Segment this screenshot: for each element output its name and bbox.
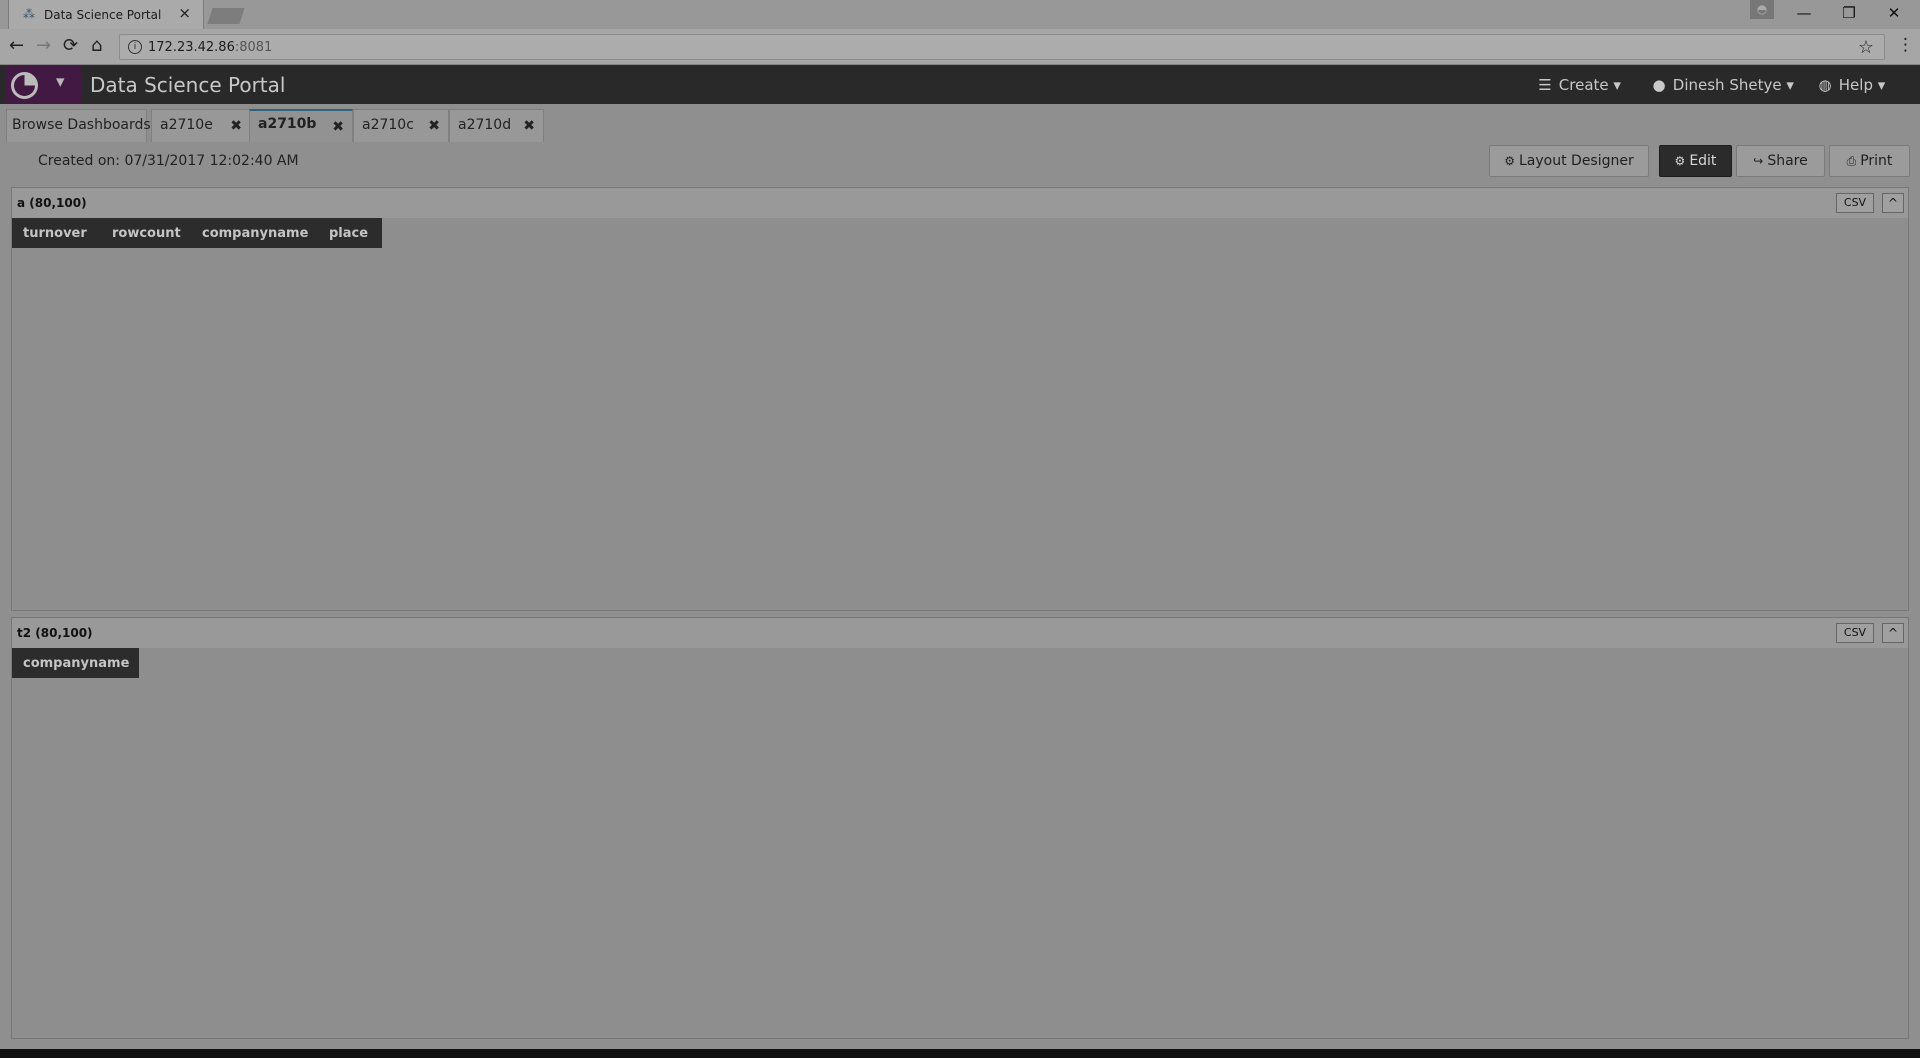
created-on-text: Created on: 07/31/2017 12:02:40 AM bbox=[38, 153, 299, 169]
print-label: Print bbox=[1860, 153, 1893, 169]
back-icon[interactable]: ← bbox=[9, 37, 24, 55]
url-port: :8081 bbox=[234, 40, 273, 55]
tab-a2710c[interactable]: a2710c ✖ bbox=[353, 109, 449, 142]
layout-designer-label: Layout Designer bbox=[1519, 153, 1634, 169]
browser-menu-icon[interactable]: ⋮ bbox=[1897, 35, 1914, 55]
help-menu-label: Help bbox=[1838, 76, 1873, 94]
edit-button[interactable]: ⚙ Edit bbox=[1659, 145, 1732, 177]
caret-down-icon: ▾ bbox=[56, 72, 65, 92]
report-panel-a: a (80,100) CSV ^ turnover rowcount compa… bbox=[11, 187, 1909, 611]
portal-favicon-icon: ⁂ bbox=[23, 7, 35, 21]
browser-tabstrip bbox=[0, 0, 1920, 29]
collapse-button[interactable]: ^ bbox=[1882, 623, 1904, 643]
info-icon[interactable]: i bbox=[128, 40, 142, 54]
user-icon: ● bbox=[1652, 76, 1666, 94]
create-menu[interactable]: ☰ Create ▾ bbox=[1536, 76, 1621, 94]
pie-chart-icon bbox=[11, 72, 38, 99]
user-menu-label: Dinesh Shetye bbox=[1672, 76, 1782, 94]
column-header[interactable]: rowcount bbox=[101, 226, 191, 241]
print-button[interactable]: ⎙ Print bbox=[1829, 145, 1910, 177]
create-menu-label: Create bbox=[1558, 76, 1609, 94]
report-panel-t2: t2 (80,100) CSV ^ companyname bbox=[11, 617, 1909, 1039]
help-menu[interactable]: ◍ Help ▾ bbox=[1816, 76, 1885, 94]
close-icon[interactable]: ✖ bbox=[332, 119, 344, 135]
browser-tab-title: Data Science Portal bbox=[44, 8, 162, 22]
tab-label: a2710e bbox=[160, 117, 213, 133]
csv-button[interactable]: CSV bbox=[1836, 193, 1874, 213]
layout-designer-button[interactable]: ⚙ Layout Designer bbox=[1489, 145, 1649, 177]
profile-icon[interactable]: ◓ bbox=[1750, 0, 1774, 19]
table-header: companyname bbox=[12, 648, 139, 678]
tab-a2710e[interactable]: a2710e ✖ bbox=[151, 109, 251, 142]
panel-title: t2 (80,100) bbox=[17, 626, 93, 640]
panel-header: a (80,100) CSV ^ bbox=[12, 188, 1908, 218]
app-header: ▾ Data Science Portal ☰ Create ▾ ● Dines… bbox=[0, 65, 1920, 104]
home-icon[interactable]: ⌂ bbox=[91, 37, 102, 55]
tab-a2710d[interactable]: a2710d ✖ bbox=[449, 109, 544, 142]
print-icon: ⎙ bbox=[1846, 154, 1857, 168]
restore-icon[interactable]: ❐ bbox=[1835, 5, 1863, 23]
app-logo-menu[interactable]: ▾ bbox=[5, 66, 81, 103]
bookmark-star-icon[interactable]: ☆ bbox=[1858, 37, 1874, 58]
url-text: 172.23.42.86:8081 bbox=[148, 40, 272, 55]
column-header[interactable]: turnover bbox=[12, 226, 101, 241]
column-header[interactable]: companyname bbox=[191, 226, 318, 241]
close-icon[interactable]: ✖ bbox=[523, 118, 535, 134]
app-title: Data Science Portal bbox=[90, 73, 286, 97]
cogs-icon: ⚙ bbox=[1504, 154, 1515, 168]
url-host: 172.23.42.86 bbox=[148, 40, 235, 55]
share-icon: ↪ bbox=[1753, 154, 1764, 168]
tab-label: a2710d bbox=[458, 117, 512, 133]
csv-button[interactable]: CSV bbox=[1836, 623, 1874, 643]
close-tab-icon[interactable]: × bbox=[178, 5, 191, 21]
taskbar bbox=[0, 1049, 1920, 1058]
tab-a2710b[interactable]: a2710b ✖ bbox=[249, 109, 353, 142]
tab-label: a2710b bbox=[258, 116, 317, 132]
table-header: turnover rowcount companyname place bbox=[12, 218, 382, 248]
column-header[interactable]: companyname bbox=[12, 656, 139, 671]
address-bar[interactable]: i 172.23.42.86:8081 ☆ bbox=[119, 34, 1885, 60]
minimize-icon[interactable]: — bbox=[1790, 5, 1818, 23]
share-button[interactable]: ↪ Share bbox=[1736, 145, 1825, 177]
list-icon: ☰ bbox=[1538, 76, 1552, 94]
tab-label: Browse Dashboards bbox=[12, 117, 151, 133]
globe-icon: ◍ bbox=[1818, 76, 1832, 94]
new-tab-button[interactable] bbox=[207, 8, 245, 24]
tab-label: a2710c bbox=[362, 117, 414, 133]
panel-header: t2 (80,100) CSV ^ bbox=[12, 618, 1908, 648]
close-window-icon[interactable]: ✕ bbox=[1880, 5, 1908, 23]
gear-icon: ⚙ bbox=[1674, 154, 1686, 168]
browser-tab[interactable]: ⁂ Data Science Portal × bbox=[8, 0, 204, 29]
browser-toolbar: ← → ⟳ ⌂ i 172.23.42.86:8081 ☆ ⋮ bbox=[0, 29, 1920, 65]
forward-icon[interactable]: → bbox=[36, 37, 51, 55]
reload-icon[interactable]: ⟳ bbox=[63, 37, 78, 55]
tab-browse-dashboards[interactable]: Browse Dashboards bbox=[6, 109, 151, 142]
close-icon[interactable]: ✖ bbox=[428, 118, 440, 134]
close-icon[interactable]: ✖ bbox=[230, 118, 242, 134]
collapse-button[interactable]: ^ bbox=[1882, 193, 1904, 213]
panel-title: a (80,100) bbox=[17, 196, 87, 210]
user-menu[interactable]: ● Dinesh Shetye ▾ bbox=[1650, 76, 1793, 94]
column-header[interactable]: place bbox=[318, 226, 382, 241]
edit-label: Edit bbox=[1689, 153, 1717, 169]
share-label: Share bbox=[1767, 153, 1808, 169]
